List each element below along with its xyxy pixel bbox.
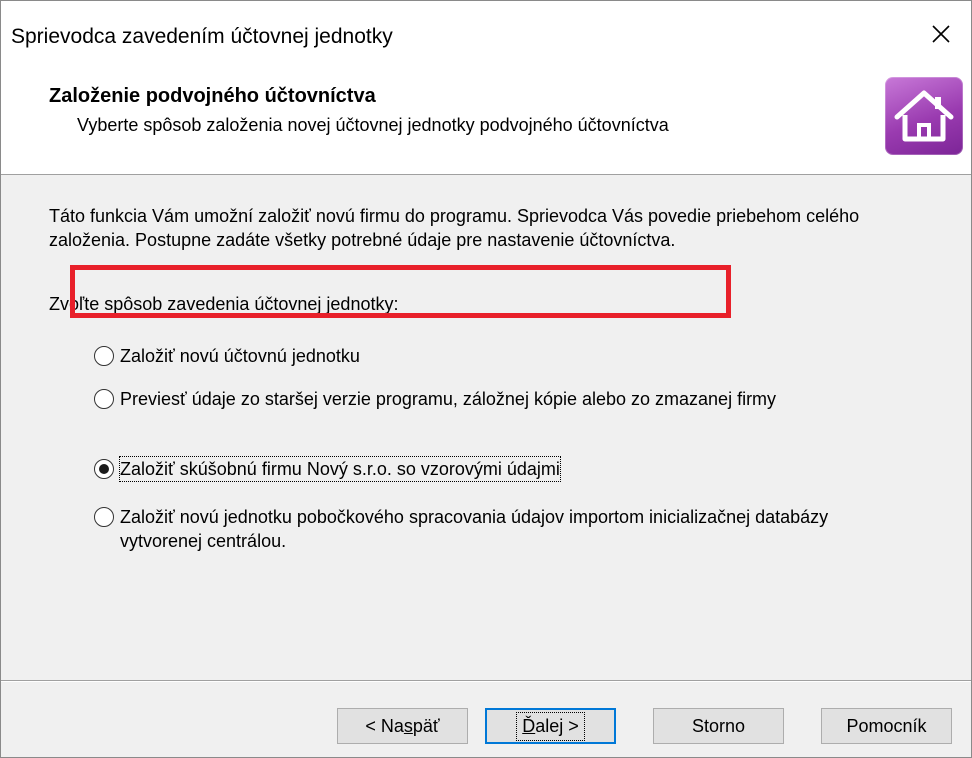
option-import-old[interactable]: Previesť údaje zo staršej verzie program…: [94, 387, 776, 411]
title-bar: Sprievodca zavedením účtovnej jednotky: [1, 1, 971, 71]
app-logo: [885, 77, 963, 155]
radio-button[interactable]: [94, 346, 114, 366]
close-button[interactable]: [911, 9, 971, 59]
radio-button[interactable]: [94, 507, 114, 527]
close-icon: [932, 25, 950, 43]
radio-button-selected[interactable]: [94, 459, 114, 479]
help-label: Pomocník: [846, 715, 927, 736]
cancel-button[interactable]: Storno: [653, 708, 784, 744]
header-subtitle: Vyberte spôsob založenia novej účtovnej …: [77, 115, 669, 135]
wizard-content: Táto funkcia Vám umožní založiť novú fir…: [1, 176, 971, 680]
back-button[interactable]: < Naspäť: [337, 708, 468, 744]
window-title: Sprievodca zavedením účtovnej jednotky: [11, 25, 393, 48]
highlight-annotation: [70, 265, 731, 318]
option-label: Založiť skúšobnú firmu Nový s.r.o. so vz…: [119, 456, 561, 482]
next-button[interactable]: Ďalej >: [485, 708, 616, 744]
option-new-unit[interactable]: Založiť novú účtovnú jednotku: [94, 344, 360, 368]
header-title: Založenie podvojného účtovníctva: [49, 85, 376, 107]
option-branch-import[interactable]: Založiť novú jednotku pobočkového spraco…: [94, 505, 894, 553]
house-icon: [894, 90, 954, 142]
wizard-header: Založenie podvojného účtovníctva Vyberte…: [1, 71, 971, 175]
option-label: Previesť údaje zo staršej verzie program…: [120, 389, 777, 409]
wizard-footer: < Naspäť Ďalej > Storno Pomocník: [1, 682, 971, 758]
help-button[interactable]: Pomocník: [821, 708, 952, 744]
option-sample-company[interactable]: Založiť skúšobnú firmu Nový s.r.o. so vz…: [94, 456, 561, 482]
radio-dot: [99, 464, 109, 474]
back-label: < Naspäť: [365, 715, 440, 736]
cancel-label: Storno: [691, 715, 746, 736]
option-label: Založiť novú jednotku pobočkového spraco…: [120, 507, 829, 551]
intro-text: Táto funkcia Vám umožní založiť novú fir…: [49, 206, 860, 250]
radio-button[interactable]: [94, 389, 114, 409]
option-label: Založiť novú účtovnú jednotku: [120, 346, 360, 366]
next-label: Ďalej >: [516, 711, 585, 741]
wizard-dialog: Sprievodca zavedením účtovnej jednotky Z…: [0, 0, 972, 758]
